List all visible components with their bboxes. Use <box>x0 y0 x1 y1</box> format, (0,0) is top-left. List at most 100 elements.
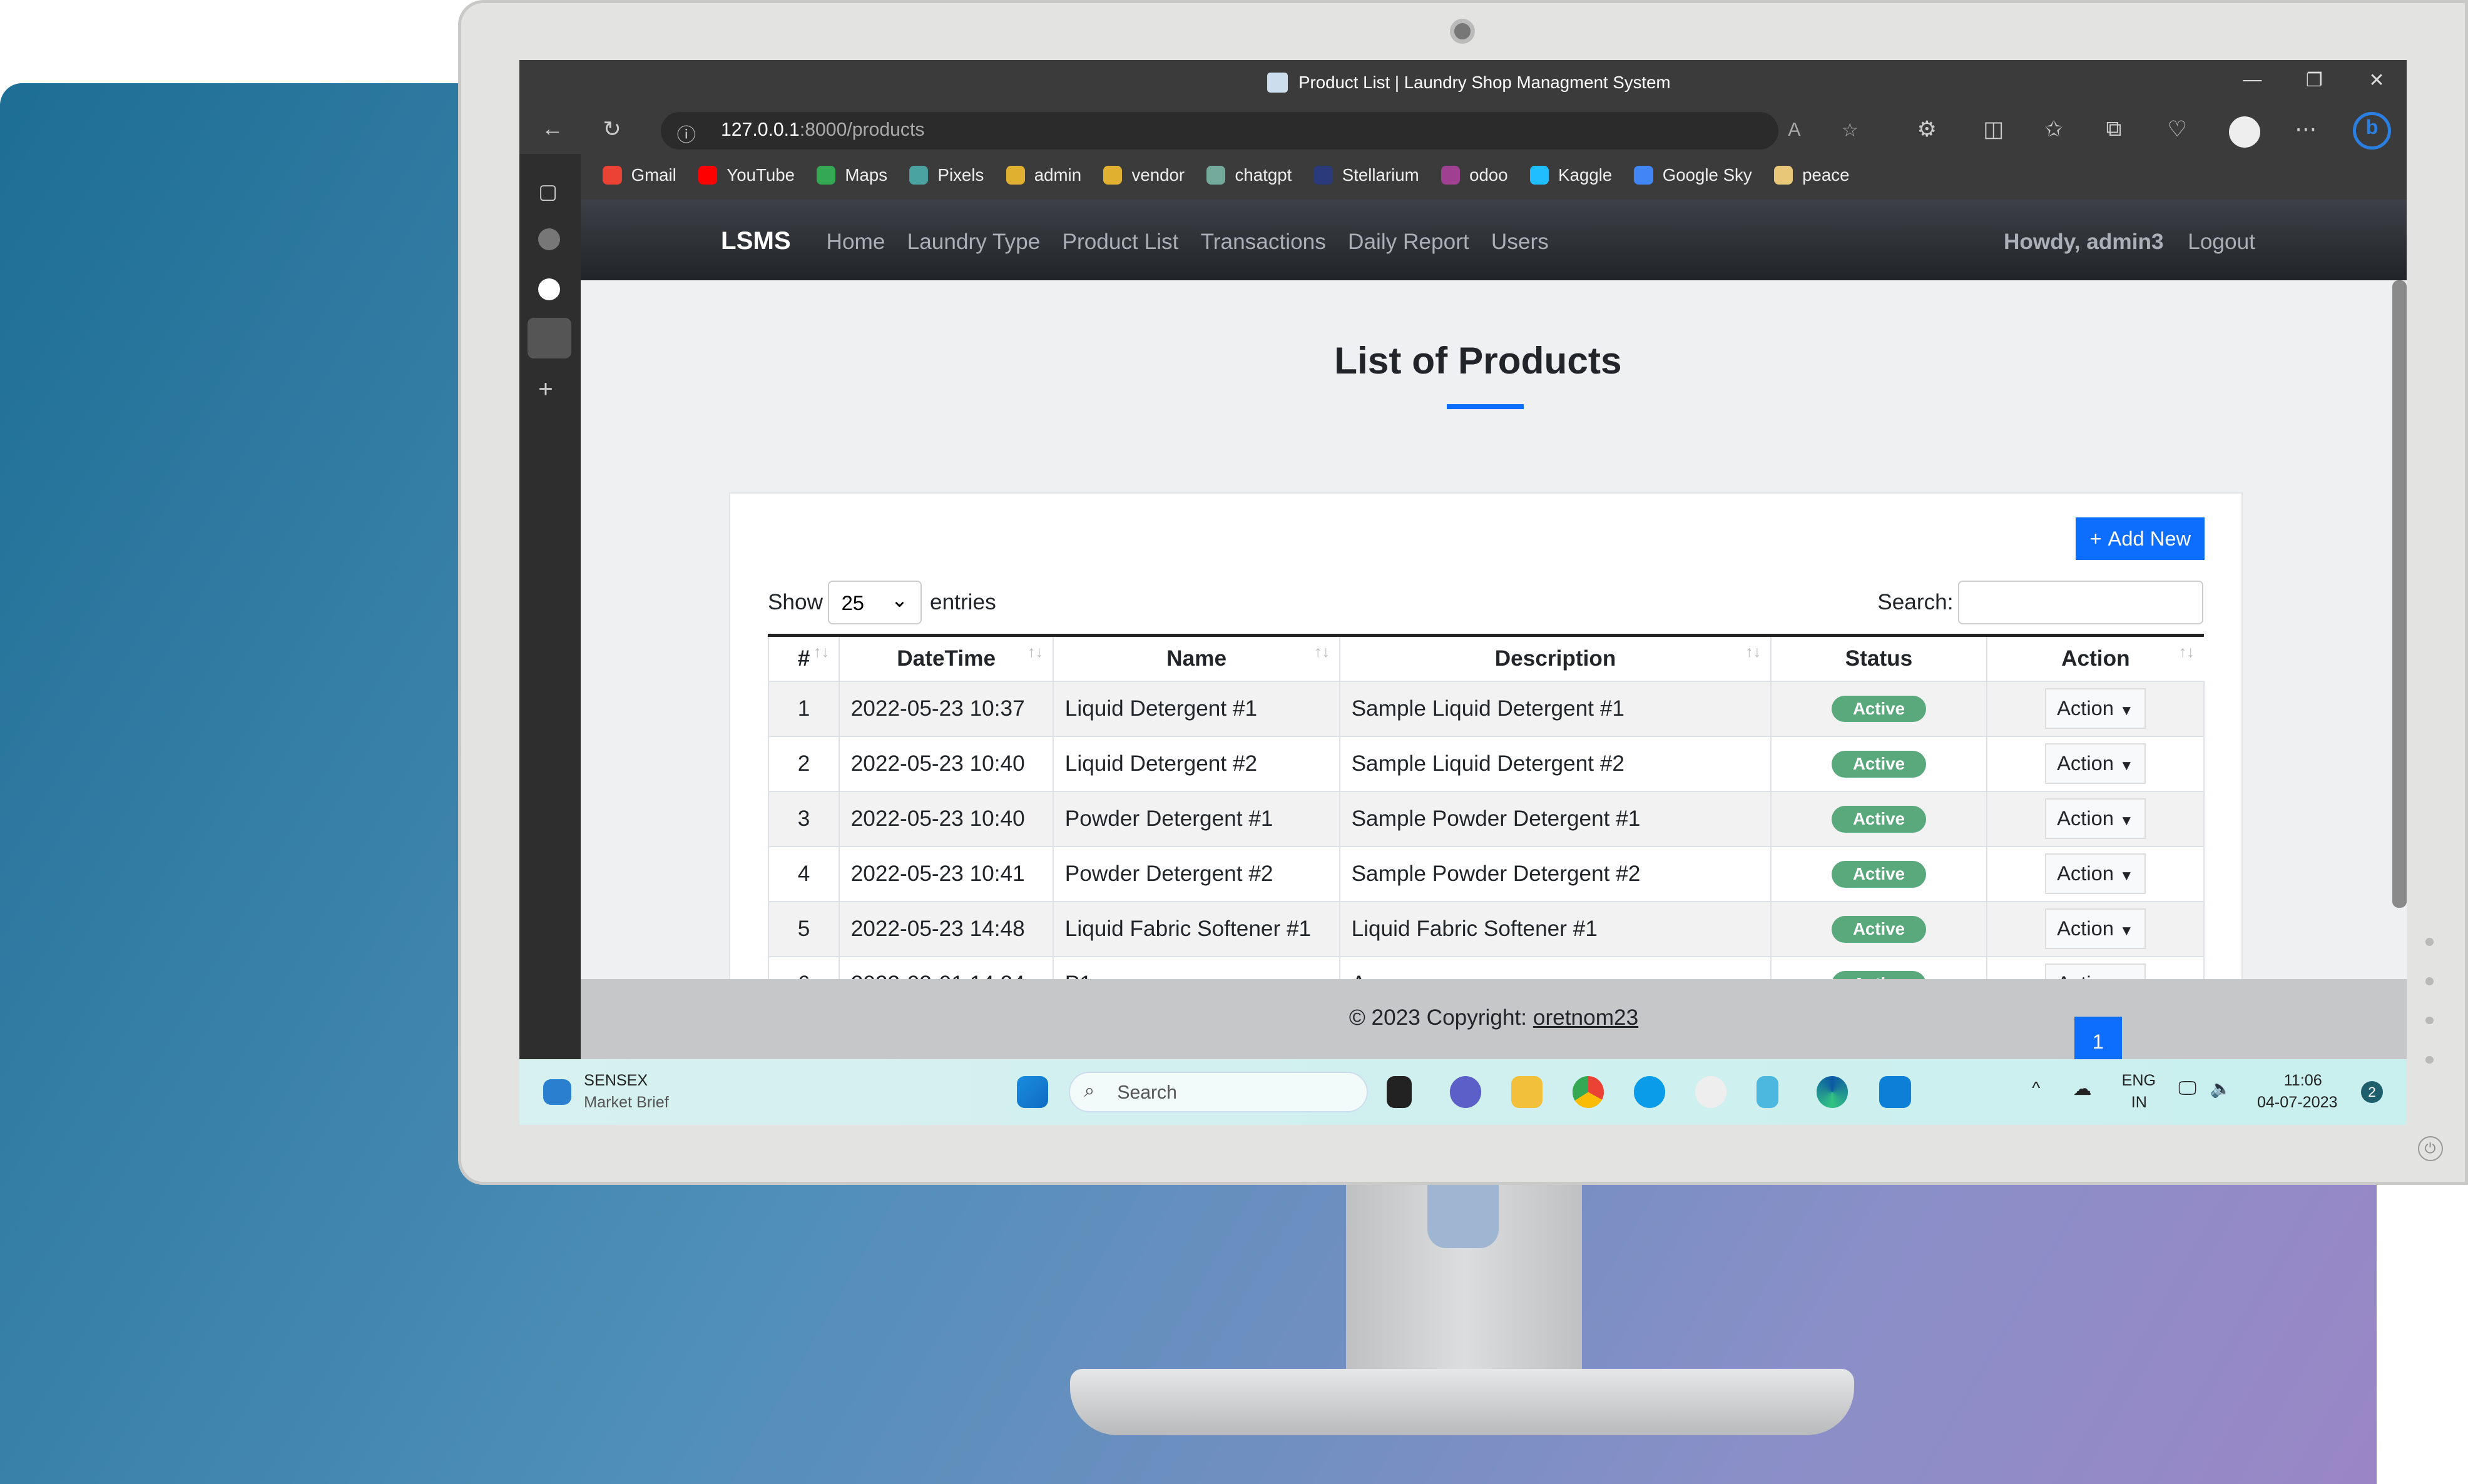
col-status: Status <box>1770 634 1987 681</box>
cell-datetime: 2022-05-23 10:41 <box>839 845 1054 902</box>
new-tab-icon[interactable]: + <box>538 375 553 404</box>
cell-number: 5 <box>767 900 840 957</box>
stocks-widget-icon[interactable] <box>543 1079 572 1105</box>
language-top[interactable]: ENG <box>2122 1072 2156 1090</box>
action-dropdown-button[interactable]: Action ▼ <box>2044 688 2146 729</box>
nav-home[interactable]: Home <box>827 230 885 255</box>
search-input[interactable] <box>1957 580 2203 625</box>
teams-icon[interactable] <box>1449 1076 1481 1108</box>
skype-tab-icon[interactable] <box>538 278 561 301</box>
action-dropdown-button[interactable]: Action ▼ <box>2044 743 2146 785</box>
nav-users[interactable]: Users <box>1491 230 1549 255</box>
split-screen-icon[interactable]: ◫ <box>1983 116 2004 142</box>
bookmark-maps[interactable]: Maps <box>817 165 887 185</box>
browser-essentials-icon[interactable]: ♡ <box>2168 116 2188 142</box>
back-icon[interactable]: ← <box>541 116 563 141</box>
tab-actions-icon[interactable]: ▢ <box>538 180 558 203</box>
nav-daily-report[interactable]: Daily Report <box>1348 230 1469 255</box>
windows-start-icon[interactable] <box>1016 1076 1049 1108</box>
action-dropdown-button[interactable]: Action ▼ <box>2044 798 2146 840</box>
entries-value: 25 <box>841 591 864 614</box>
col-name[interactable]: Name ↑↓ <box>1053 634 1340 681</box>
bookmark-vendor[interactable]: vendor <box>1103 165 1185 185</box>
collections-icon[interactable]: ⧉ <box>2106 116 2121 142</box>
col-number[interactable]: # ↑↓ <box>767 634 840 681</box>
app-icon[interactable] <box>1695 1076 1727 1108</box>
chrome-icon[interactable] <box>1572 1076 1604 1108</box>
address-bar[interactable]: ⓘ 127.0.0.1:8000/products A ☆ <box>661 111 1859 150</box>
cell-number: 2 <box>767 735 840 792</box>
language-bottom[interactable]: IN <box>2131 1094 2147 1112</box>
restore-icon[interactable]: ❐ <box>2306 69 2323 91</box>
entries-select[interactable]: 25 ⌄ <box>827 580 922 625</box>
bookmark-stellarium[interactable]: Stellarium <box>1313 165 1419 185</box>
task-view-icon[interactable] <box>1386 1076 1412 1108</box>
clock-date[interactable]: 04-07-2023 <box>2257 1094 2338 1112</box>
clock-time[interactable]: 11:06 <box>2284 1072 2322 1090</box>
active-tab-icon[interactable] <box>527 318 572 359</box>
more-icon[interactable]: ⋯ <box>2295 116 2317 142</box>
file-explorer-icon[interactable] <box>1511 1076 1542 1108</box>
edge-icon[interactable] <box>1816 1076 1848 1108</box>
bookmark-label: peace <box>1802 165 1850 185</box>
browser-window: Product List | Laundry Shop Managment Sy… <box>519 59 2407 1126</box>
bookmark-icon <box>1313 166 1333 185</box>
notepad-icon[interactable] <box>1757 1076 1779 1108</box>
brand-link[interactable]: LSMS <box>721 226 791 255</box>
read-aloud-icon[interactable]: A <box>1788 119 1800 141</box>
table-row: 2 2022-05-23 10:40 Liquid Detergent #2 S… <box>767 735 2205 792</box>
favorites-icon[interactable]: ✩ <box>2044 116 2063 142</box>
action-dropdown-button[interactable]: Action ▼ <box>2044 853 2146 895</box>
profile-avatar-icon[interactable] <box>2228 116 2260 148</box>
cell-number: 1 <box>767 680 840 737</box>
bookmark-label: admin <box>1034 165 1082 185</box>
bookmark-odoo[interactable]: odoo <box>1441 165 1508 185</box>
sort-icon: ↑↓ <box>1313 643 1330 661</box>
bookmark-pixels[interactable]: Pixels <box>909 165 984 185</box>
onedrive-icon[interactable]: ☁ <box>2073 1078 2092 1100</box>
sort-icon: ↑↓ <box>813 643 830 661</box>
taskbar-search[interactable]: ⌕ Search <box>1068 1071 1368 1113</box>
widget-title[interactable]: SENSEX <box>584 1072 648 1090</box>
bookmark-peace[interactable]: peace <box>1773 165 1850 185</box>
skype-icon[interactable] <box>1633 1076 1666 1108</box>
nav-laundry-type[interactable]: Laundry Type <box>907 230 1041 255</box>
chevron-up-icon[interactable]: ^ <box>2032 1078 2040 1098</box>
header-label: # <box>797 646 810 671</box>
extensions-icon[interactable]: ⚙ <box>1917 116 1937 142</box>
bookmark-kaggle[interactable]: Kaggle <box>1529 165 1612 185</box>
refresh-icon[interactable]: ↻ <box>603 116 621 142</box>
notification-badge[interactable]: 2 <box>2360 1080 2384 1104</box>
skype-tab-icon[interactable] <box>538 228 561 250</box>
bookmark-admin[interactable]: admin <box>1006 165 1082 185</box>
col-action[interactable]: Action ↑↓ <box>1986 634 2204 681</box>
cell-name: Liquid Detergent #1 <box>1053 680 1340 737</box>
caret-down-icon: ▼ <box>2119 867 2134 883</box>
bookmark-chatgpt[interactable]: chatgpt <box>1206 165 1292 185</box>
volume-icon[interactable]: 🔈 <box>2210 1078 2231 1099</box>
bookmark-google-sky[interactable]: Google Sky <box>1634 165 1752 185</box>
nav-transactions[interactable]: Transactions <box>1201 230 1326 255</box>
pagination-page-1[interactable]: 1 <box>2074 1016 2122 1059</box>
power-icon[interactable]: ⏻ <box>2417 1136 2443 1162</box>
author-link[interactable]: oretnom23 <box>1533 1005 1638 1030</box>
favorite-star-icon[interactable]: ☆ <box>1842 119 1859 141</box>
header-label: DateTime <box>897 646 996 671</box>
minimize-icon[interactable]: — <box>2243 69 2261 91</box>
network-icon[interactable]: 🖵 <box>2178 1078 2196 1100</box>
nav-product-list[interactable]: Product List <box>1063 230 1179 255</box>
page-scrollbar[interactable] <box>2392 280 2407 908</box>
action-dropdown-button[interactable]: Action ▼ <box>2044 908 2146 950</box>
logout-link[interactable]: Logout <box>2188 230 2255 255</box>
bing-copilot-icon[interactable]: b <box>2353 111 2391 150</box>
bookmark-gmail[interactable]: Gmail <box>603 165 676 185</box>
user-greeting[interactable]: Howdy, admin3 <box>2004 230 2164 255</box>
bookmark-youtube[interactable]: YouTube <box>698 165 795 185</box>
col-description[interactable]: Description ↑↓ <box>1339 634 1772 681</box>
add-new-button[interactable]: + Add New <box>2076 517 2205 560</box>
vscode-icon[interactable] <box>1879 1076 1911 1108</box>
status-badge: Active <box>1832 750 1926 778</box>
col-datetime[interactable]: DateTime ↑↓ <box>839 634 1054 681</box>
close-icon[interactable]: ✕ <box>2369 69 2385 91</box>
header-label: Status <box>1845 646 1913 671</box>
